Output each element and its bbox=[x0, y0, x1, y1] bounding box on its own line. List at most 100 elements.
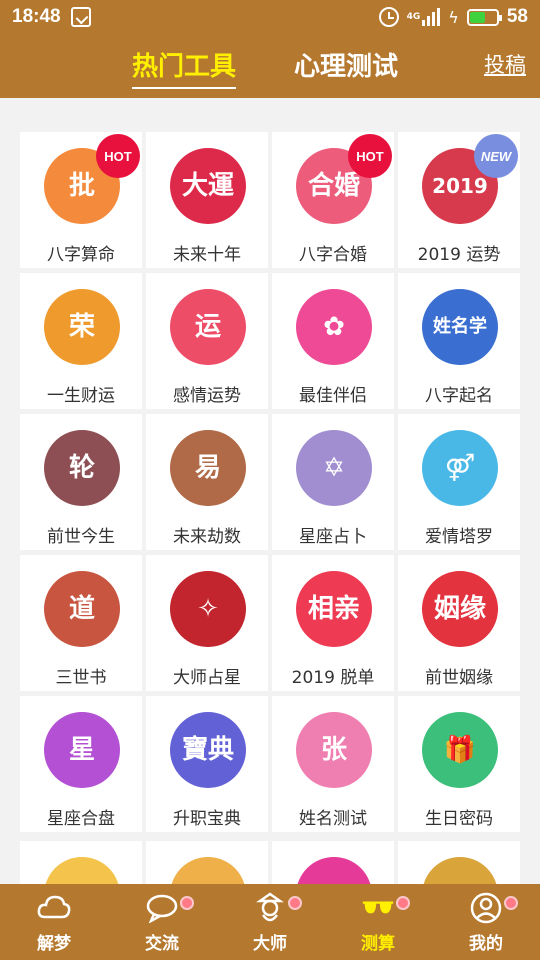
tool-label: 八字起名 bbox=[425, 386, 493, 406]
nav-label: 交流 bbox=[145, 934, 179, 954]
tool-label: 三世书 bbox=[55, 668, 107, 688]
tool-label: 星座合盘 bbox=[47, 809, 115, 829]
chat-icon bbox=[145, 891, 179, 925]
tool-icon: 姻缘 bbox=[422, 571, 498, 647]
notification-dot bbox=[288, 896, 302, 910]
tool-tile[interactable]: 易未来劫数 bbox=[146, 414, 268, 550]
tool-icon: 轮 bbox=[44, 430, 120, 506]
tool-label: 升职宝典 bbox=[173, 809, 241, 829]
tool-icon: 姓名学 bbox=[422, 289, 498, 365]
status-right: 4G ϟ 58 bbox=[378, 6, 528, 28]
notification-dot bbox=[504, 896, 518, 910]
battery-icon bbox=[466, 8, 502, 26]
nav-label: 我的 bbox=[469, 934, 503, 954]
tool-tile[interactable]: 2019 2019 运势 NEW bbox=[398, 132, 520, 268]
tool-label: 八字算命 bbox=[47, 245, 115, 265]
tool-tile[interactable]: 合婚八字合婚 HOT bbox=[272, 132, 394, 268]
tool-icon-glyph: 易 bbox=[194, 453, 221, 483]
tool-icon: 荣 bbox=[44, 289, 120, 365]
tool-tile[interactable]: ✡ 星座占卜 bbox=[272, 414, 394, 550]
new-badge: NEW bbox=[474, 134, 518, 178]
tool-label: 姓名测试 bbox=[299, 809, 367, 829]
user-icon bbox=[469, 891, 503, 925]
tool-icon: ⚤ bbox=[422, 430, 498, 506]
tool-tile[interactable]: ✧ 大师占星 bbox=[146, 555, 268, 691]
tab-hot-tools[interactable]: 热门工具 bbox=[132, 46, 237, 89]
notification-dot bbox=[396, 896, 410, 910]
hot-badge: HOT bbox=[96, 134, 140, 178]
tool-label: 感情运势 bbox=[173, 386, 241, 406]
tool-tile[interactable]: 相亲 2019 脱单 bbox=[272, 555, 394, 691]
tool-tile[interactable]: 荣一生财运 bbox=[20, 273, 142, 409]
tool-tile[interactable]: ✿ 最佳伴侣 bbox=[272, 273, 394, 409]
tool-tile[interactable]: 批八字算命 HOT bbox=[20, 132, 142, 268]
cloud-icon bbox=[37, 891, 71, 925]
tool-icon-glyph: 2019 bbox=[432, 174, 488, 198]
master-icon bbox=[253, 891, 287, 925]
tool-icon: 大運 bbox=[170, 148, 246, 224]
tool-icon-glyph: 🎁 bbox=[443, 735, 477, 765]
battery-percent: 58 bbox=[506, 6, 528, 27]
tool-icon: 张 bbox=[296, 712, 372, 788]
signal-icon bbox=[422, 8, 441, 26]
nav-label: 大师 bbox=[253, 934, 287, 954]
nav-label: 解梦 bbox=[37, 934, 71, 954]
tool-label: 2019 脱单 bbox=[291, 668, 375, 688]
tool-tile[interactable]: 姓名学 八字起名 bbox=[398, 273, 520, 409]
tab-psych-test[interactable]: 心理测试 bbox=[294, 46, 398, 83]
submit-link[interactable]: 投稿 bbox=[484, 49, 526, 79]
status-bar: 18:48 4G ϟ 58 bbox=[0, 0, 540, 34]
tool-tile[interactable]: 寶典 升职宝典 bbox=[146, 696, 268, 832]
tool-label: 一生财运 bbox=[47, 386, 115, 406]
tool-icon-glyph: ✡ bbox=[323, 453, 345, 483]
nav-item-0[interactable]: 解梦 bbox=[0, 884, 108, 960]
tool-icon-glyph: 姓名学 bbox=[433, 316, 487, 337]
tool-icon-glyph: ⚤ bbox=[444, 453, 476, 483]
network-label: 4G bbox=[406, 12, 421, 22]
tool-icon-glyph: 运 bbox=[194, 312, 221, 342]
tool-icon: 易 bbox=[170, 430, 246, 506]
alarm-icon bbox=[378, 7, 399, 27]
tool-tile[interactable]: 大運 未来十年 bbox=[146, 132, 268, 268]
tool-tile[interactable]: 星星座合盘 bbox=[20, 696, 142, 832]
tool-icon: 运 bbox=[170, 289, 246, 365]
charging-icon: ϟ bbox=[448, 7, 459, 27]
tool-label: 大师占星 bbox=[173, 668, 241, 688]
tool-tile[interactable]: 道三世书 bbox=[20, 555, 142, 691]
tool-label: 八字合婚 bbox=[299, 245, 367, 265]
tool-tile[interactable]: 轮前世今生 bbox=[20, 414, 142, 550]
tool-icon-glyph: 张 bbox=[320, 735, 347, 765]
tool-icon: ✧ bbox=[170, 571, 246, 647]
tool-label: 最佳伴侣 bbox=[299, 386, 367, 406]
tool-label: 星座占卜 bbox=[299, 527, 367, 547]
tool-icon-glyph: 寶典 bbox=[181, 735, 234, 765]
nav-item-3[interactable]: 测算 bbox=[324, 884, 432, 960]
tool-label: 未来劫数 bbox=[173, 527, 241, 547]
tool-label: 未来十年 bbox=[173, 245, 241, 265]
glasses-icon bbox=[361, 891, 395, 925]
tool-icon: 星 bbox=[44, 712, 120, 788]
tool-icon-glyph: 道 bbox=[68, 594, 95, 624]
tool-tile[interactable]: ⚤ 爱情塔罗 bbox=[398, 414, 520, 550]
tool-icon: 道 bbox=[44, 571, 120, 647]
tool-icon-glyph: 大運 bbox=[181, 171, 234, 201]
tool-label: 前世今生 bbox=[47, 527, 115, 547]
status-time: 18:48 bbox=[12, 6, 61, 27]
tool-icon-glyph: ✿ bbox=[323, 312, 345, 342]
nav-item-4[interactable]: 我的 bbox=[432, 884, 540, 960]
tool-tile[interactable]: 姻缘 前世姻缘 bbox=[398, 555, 520, 691]
tool-icon-glyph: 合婚 bbox=[307, 171, 360, 201]
tool-icon: 🎁 bbox=[422, 712, 498, 788]
tool-label: 前世姻缘 bbox=[425, 668, 493, 688]
tool-icon: 寶典 bbox=[170, 712, 246, 788]
notification-dot bbox=[180, 896, 194, 910]
tool-tile[interactable]: 🎁 生日密码 bbox=[398, 696, 520, 832]
tool-tile[interactable]: 张姓名测试 bbox=[272, 696, 394, 832]
tool-grid: 批八字算命 HOT 大運 未来十年 合婚 八字合婚 HOT 2019 2019 运势 NEW 荣一生… bbox=[20, 132, 520, 832]
nav-item-2[interactable]: 大师 bbox=[216, 884, 324, 960]
hot-badge: HOT bbox=[348, 134, 392, 178]
tool-label: 2019 运势 bbox=[417, 245, 501, 265]
tool-icon: ✿ bbox=[296, 289, 372, 365]
nav-item-1[interactable]: 交流 bbox=[108, 884, 216, 960]
tool-tile[interactable]: 运感情运势 bbox=[146, 273, 268, 409]
